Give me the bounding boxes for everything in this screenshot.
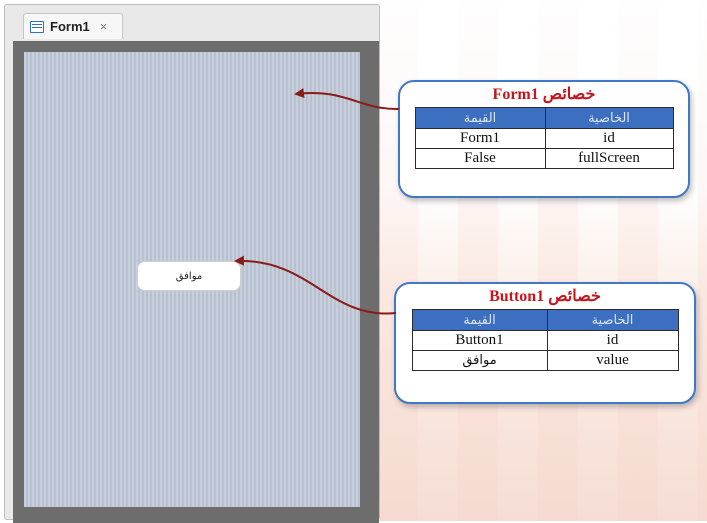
- form-canvas[interactable]: موافق: [24, 52, 360, 507]
- button-properties-title: خصائص Button1: [489, 288, 601, 305]
- property-value: False: [414, 148, 546, 169]
- column-header-value: القيمة: [411, 309, 548, 331]
- form-properties-callout: خصائص Form1 القيمة الخاصية Form1 id Fals…: [398, 80, 690, 198]
- tab-form1[interactable]: Form1 ×: [23, 13, 123, 39]
- property-name: id: [544, 128, 674, 149]
- property-name: value: [546, 350, 679, 371]
- table-row: Form1 id: [414, 128, 674, 149]
- column-header-property: الخاصية: [546, 309, 679, 331]
- table-row: Button1 id: [411, 330, 679, 351]
- form-icon: [30, 20, 44, 33]
- background-panel: [378, 0, 707, 521]
- table-row: موافق value: [411, 350, 679, 371]
- column-header-property: الخاصية: [544, 107, 674, 129]
- property-value: موافق: [411, 350, 548, 371]
- table-row: False fullScreen: [414, 148, 674, 169]
- property-value: Button1: [411, 330, 548, 351]
- form-frame: موافق: [13, 41, 379, 523]
- form-properties-table: القيمة الخاصية Form1 id False fullScreen: [414, 107, 674, 169]
- tab-label: Form1: [50, 19, 90, 34]
- form-button[interactable]: موافق: [137, 261, 241, 291]
- form-properties-title: خصائص Form1: [492, 86, 596, 103]
- property-name: id: [546, 330, 679, 351]
- button-properties-callout: خصائص Button1 القيمة الخاصية Button1 id …: [394, 282, 696, 404]
- designer-window: Form1 × موافق: [4, 4, 380, 523]
- property-name: fullScreen: [544, 148, 674, 169]
- close-icon[interactable]: ×: [100, 19, 108, 34]
- property-value: Form1: [414, 128, 546, 149]
- button-properties-table: القيمة الخاصية Button1 id موافق value: [411, 309, 679, 371]
- column-header-value: القيمة: [414, 107, 546, 129]
